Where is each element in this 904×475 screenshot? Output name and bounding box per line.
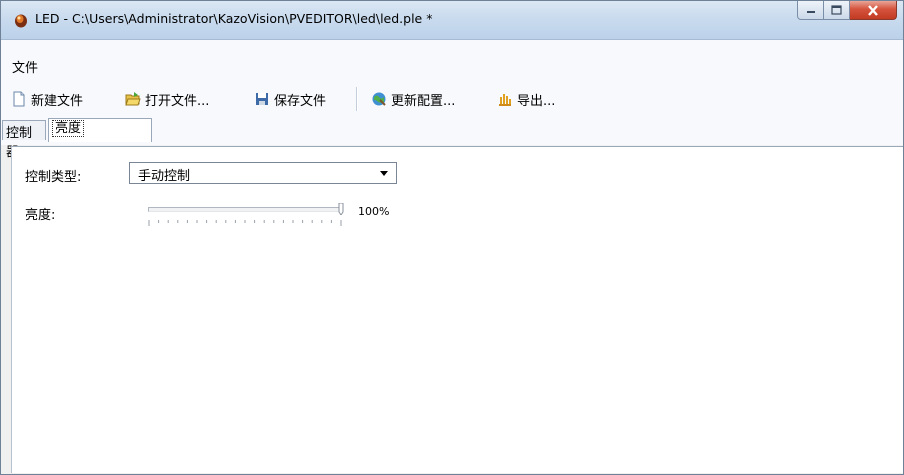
maximize-button[interactable] bbox=[824, 1, 850, 20]
minimize-icon bbox=[806, 11, 815, 13]
brightness-panel: 控制类型: 手动控制 亮度: 100% bbox=[11, 146, 903, 473]
tab-brightness[interactable]: 亮度 bbox=[48, 118, 152, 142]
brightness-label: 亮度: bbox=[25, 208, 56, 223]
brightness-slider-track[interactable] bbox=[148, 207, 342, 212]
app-icon bbox=[15, 14, 27, 28]
minimize-button[interactable] bbox=[797, 1, 824, 20]
close-icon bbox=[868, 4, 878, 16]
control-type-select[interactable]: 手动控制 bbox=[129, 162, 397, 184]
export-button[interactable]: 导出... bbox=[497, 89, 555, 109]
chevron-down-icon bbox=[380, 171, 388, 176]
control-type-value: 手动控制 bbox=[138, 169, 191, 184]
toolbar-separator bbox=[356, 87, 358, 111]
update-config-label: 更新配置... bbox=[391, 93, 456, 109]
tab-controller[interactable]: 控制器 bbox=[2, 120, 46, 160]
open-file-button[interactable]: 打开文件... bbox=[125, 89, 209, 109]
open-file-label: 打开文件... bbox=[145, 93, 210, 109]
maximize-icon bbox=[831, 5, 842, 15]
slider-ticks bbox=[148, 220, 342, 226]
tab-brightness-label: 亮度 bbox=[52, 120, 85, 137]
close-button[interactable] bbox=[850, 1, 897, 20]
tab-strip: 控制器 亮度 bbox=[1, 115, 903, 160]
save-file-button[interactable]: 保存文件 bbox=[254, 89, 326, 109]
app-window: LED - C:\Users\Administrator\KazoVision\… bbox=[0, 0, 904, 475]
menu-file[interactable]: 文件 bbox=[12, 57, 38, 76]
title-bar[interactable]: LED - C:\Users\Administrator\KazoVision\… bbox=[1, 1, 903, 40]
window-title: LED - C:\Users\Administrator\KazoVision\… bbox=[35, 11, 433, 26]
save-file-label: 保存文件 bbox=[274, 93, 327, 109]
export-icon bbox=[499, 94, 511, 106]
toolbar: 新建文件 打开文件... 保存文件 更新配置... 导出... bbox=[1, 82, 903, 115]
save-icon bbox=[256, 93, 268, 105]
export-label: 导出... bbox=[517, 93, 556, 109]
new-file-icon bbox=[13, 91, 25, 107]
new-file-button[interactable]: 新建文件 bbox=[11, 89, 83, 109]
update-config-icon bbox=[372, 92, 386, 106]
menu-bar: 文件 bbox=[1, 40, 903, 82]
brightness-value: 100% bbox=[358, 205, 390, 218]
open-folder-icon bbox=[125, 92, 141, 106]
brightness-slider-thumb[interactable] bbox=[338, 203, 344, 215]
control-type-label: 控制类型: bbox=[25, 170, 82, 185]
update-config-button[interactable]: 更新配置... bbox=[371, 89, 455, 109]
new-file-label: 新建文件 bbox=[31, 93, 84, 109]
caption-buttons bbox=[797, 1, 897, 21]
